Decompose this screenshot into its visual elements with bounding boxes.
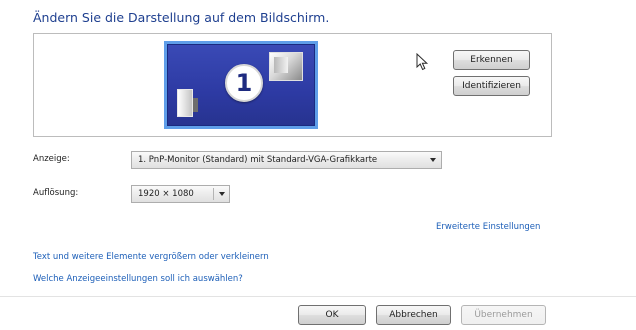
monitor-1-preview[interactable]: 1 — [164, 41, 318, 129]
cancel-button[interactable]: Abbrechen — [376, 305, 451, 325]
display-select-value: 1. PnP-Monitor (Standard) mit Standard-V… — [138, 155, 378, 165]
chevron-down-icon — [430, 158, 436, 162]
resolution-select-value: 1920 × 1080 — [138, 189, 194, 199]
apply-button[interactable]: Übernehmen — [461, 305, 546, 325]
advanced-settings-link[interactable]: Erweiterte Einstellungen — [436, 222, 540, 232]
display-select[interactable]: 1. PnP-Monitor (Standard) mit Standard-V… — [131, 151, 442, 169]
ok-button[interactable]: OK — [298, 305, 366, 325]
select-divider — [213, 188, 214, 200]
computer-monitor-icon — [269, 52, 303, 81]
detect-button[interactable]: Erkennen — [453, 50, 530, 70]
mouse-pointer-icon — [416, 53, 429, 71]
display-label: Anzeige: — [33, 154, 70, 164]
resolution-select[interactable]: 1920 × 1080 — [131, 185, 230, 203]
footer-separator — [0, 296, 636, 297]
page-heading: Ändern Sie die Darstellung auf dem Bilds… — [33, 10, 330, 25]
monitor-number-badge: 1 — [225, 64, 263, 102]
identify-button[interactable]: Identifizieren — [453, 76, 530, 96]
chevron-down-icon — [219, 192, 225, 196]
computer-tower-icon — [177, 89, 198, 117]
monitor-arrangement-area: 1 Erkennen Identifizieren — [33, 33, 552, 137]
which-settings-help-link[interactable]: Welche Anzeigeeinstellungen soll ich aus… — [33, 274, 243, 284]
text-size-link[interactable]: Text und weitere Elemente vergrößern ode… — [33, 252, 269, 262]
resolution-label: Auflösung: — [33, 188, 79, 198]
